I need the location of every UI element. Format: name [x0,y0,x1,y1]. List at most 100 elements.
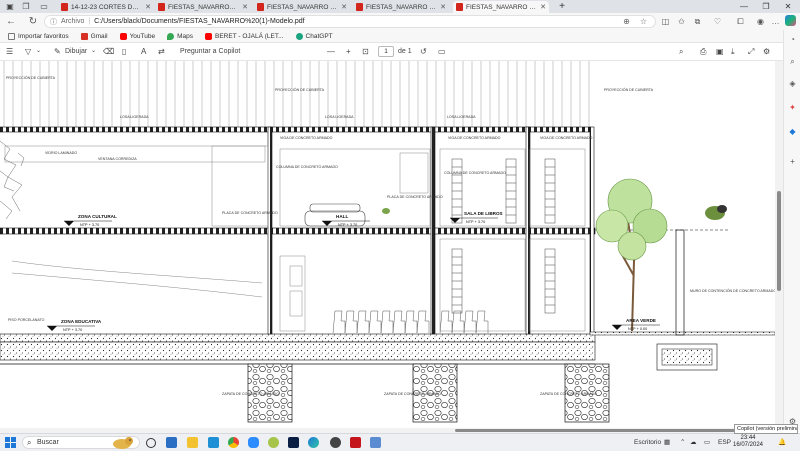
column-2 [430,126,436,335]
scroll-thumb[interactable] [777,191,781,291]
page-number-input[interactable]: 1 [378,46,394,57]
zoom-out-icon[interactable]: — [327,46,335,57]
browser-essentials-icon[interactable]: ♡ [712,16,723,27]
vertical-tabs-icon[interactable]: ▭ [38,1,50,12]
bookmark-beret[interactable]: BERET - OJALÁ (LET... [205,32,284,40]
windows-start-icon[interactable] [5,437,16,448]
find-icon[interactable]: ⌕ [679,46,683,57]
photoshop-icon[interactable] [288,437,299,448]
copilot-icon[interactable] [785,15,796,26]
bookmark-label: Maps [177,32,194,40]
bookmark-gmail[interactable]: Gmail [80,32,108,40]
drawing-annotation: PROYECCIÓN DE CUBIERTA [6,75,56,80]
favorite-star-icon[interactable]: ☆ [640,17,647,26]
pdf-document-canvas[interactable]: ZONA CULTURAL NTP + 3.70 HALL NTP + 3.70 SAL… [0,61,775,428]
extensions-icon[interactable]: ⧠ [735,16,746,27]
close-tab-icon[interactable]: ✕ [242,3,248,11]
search-sidebar-icon[interactable]: ⌕ [787,56,798,67]
qgis-icon[interactable] [268,437,279,448]
zoom-icon[interactable]: ⊕ [623,17,630,26]
tab-5-active[interactable]: FIESTAS_NAVARRO (1)-Modelo.p... ✕ [453,1,549,13]
bookmark-youtube[interactable]: YouTube [119,32,155,40]
bookmark-import[interactable]: Importar favoritos [8,32,69,40]
profile-icon[interactable]: ◉ [755,16,766,27]
bookmark-maps[interactable]: Maps [167,32,194,40]
print-icon[interactable]: ⎙ [700,46,706,57]
tab-actions-icon[interactable]: ❐ [20,1,32,12]
tools-icon[interactable]: ✦ [787,102,798,113]
settings-gear-icon[interactable]: ⚙ [763,46,770,57]
save-icon[interactable]: ▣ [716,46,724,57]
fit-page-icon[interactable]: ⊡ [362,46,369,57]
close-tab-icon[interactable]: ✕ [341,3,347,11]
show-desktop-icon[interactable]: ▦ [664,436,670,449]
save-as-icon[interactable]: ⤓ [731,46,735,57]
shopping-icon[interactable]: ◈ [787,78,798,89]
bell-icon[interactable]: ◔ [787,34,798,45]
info-icon[interactable]: ⓘ [50,17,57,27]
tab-2[interactable]: FIESTAS_NAVARRO_ENTREGA_F... ✕ [155,1,251,13]
edge-icon[interactable] [308,437,319,448]
app-icon[interactable] [370,437,381,448]
file-explorer-icon[interactable] [187,437,198,448]
clock[interactable]: 23:44 16/07/2024 [730,435,766,449]
fullscreen-icon[interactable]: ⤢ [748,46,754,57]
chevron-down-icon[interactable]: ⌄ [36,46,41,57]
draw-icon[interactable]: ✎ [54,46,61,57]
battery-icon[interactable]: ▭ [704,436,710,449]
outlook-icon[interactable]: ◆ [787,126,798,137]
ask-copilot-button[interactable]: Preguntar a Copilot [180,46,240,57]
mail-icon[interactable] [208,437,219,448]
chevron-down-icon[interactable]: ⌄ [91,46,96,57]
chrome-icon[interactable] [228,437,239,448]
scroll-thumb[interactable] [455,429,775,432]
bookmark-chatgpt[interactable]: ChatGPT [295,32,333,40]
refresh-icon[interactable]: ↻ [26,15,40,28]
draw-label[interactable]: Dibujar [65,46,87,57]
bookmark-label: Importar favoritos [18,32,69,40]
more-options-icon[interactable]: … [770,16,781,27]
zoom-app-icon[interactable] [248,437,259,448]
rotate-icon[interactable]: ↺ [420,46,427,57]
desktop-label[interactable]: Escritorio [634,436,661,449]
app-icon[interactable] [330,437,341,448]
read-aloud-icon[interactable]: A [141,46,146,57]
close-tab-icon[interactable]: ✕ [540,3,546,11]
svg-text:HALL: HALL [336,214,348,219]
workspaces-icon[interactable]: ▣ [4,1,16,12]
close-tab-icon[interactable]: ✕ [440,3,446,11]
tab-4[interactable]: FIESTAS_NAVARRO (1)-Modelo.p... ✕ [353,1,449,13]
translate-icon[interactable]: ⇄ [158,46,165,57]
new-tab-icon[interactable]: + [556,1,568,12]
search-label: Buscar [37,439,59,446]
address-bar[interactable]: ⓘ Archivo | C:/Users/black/Documents/FIE… [44,15,656,28]
add-sidebar-icon[interactable]: + [787,156,798,167]
minimize-icon[interactable]: — [733,0,755,13]
vertical-scrollbar[interactable] [775,61,783,428]
cloud-icon[interactable]: ☁ [690,436,697,449]
split-screen-icon[interactable]: ◫ [660,16,671,27]
eraser-icon[interactable]: ⌫ [103,46,114,57]
back-icon[interactable]: ← [4,15,18,28]
close-tab-icon[interactable]: ✕ [145,3,151,11]
zoom-in-icon[interactable]: + [346,46,351,57]
tab-title: FIESTAS_NAVARRO (1)-Modelo.p... [366,3,438,11]
close-window-icon[interactable]: ✕ [777,0,799,13]
highlight-icon[interactable]: ▽ [25,46,31,57]
collections-icon[interactable]: ⧉ [692,16,703,27]
tab-3[interactable]: FIESTAS_NAVARRO (1)-Modelo.p... ✕ [254,1,350,13]
two-page-icon[interactable]: ▭ [438,46,446,57]
tray-chevron-icon[interactable]: ⌃ [680,436,685,449]
page-view-icon[interactable]: ▯ [122,46,126,57]
url-text[interactable]: C:/Users/black/Documents/FIESTAS_NAVARRO… [94,18,304,25]
pdf-file-icon [158,3,165,11]
tab-1[interactable]: 14-12-23 CORTES DETALLADO... ✕ [58,1,154,13]
autocad-icon[interactable] [350,437,361,448]
favorites-icon[interactable]: ✩ [676,16,687,27]
restore-icon[interactable]: ❐ [755,0,777,13]
task-view-icon[interactable] [146,438,156,448]
widgets-icon[interactable] [166,437,177,448]
notifications-icon[interactable]: 🔔 [778,436,786,449]
contents-icon[interactable]: ☰ [6,46,13,57]
page-total: de 1 [398,48,412,55]
